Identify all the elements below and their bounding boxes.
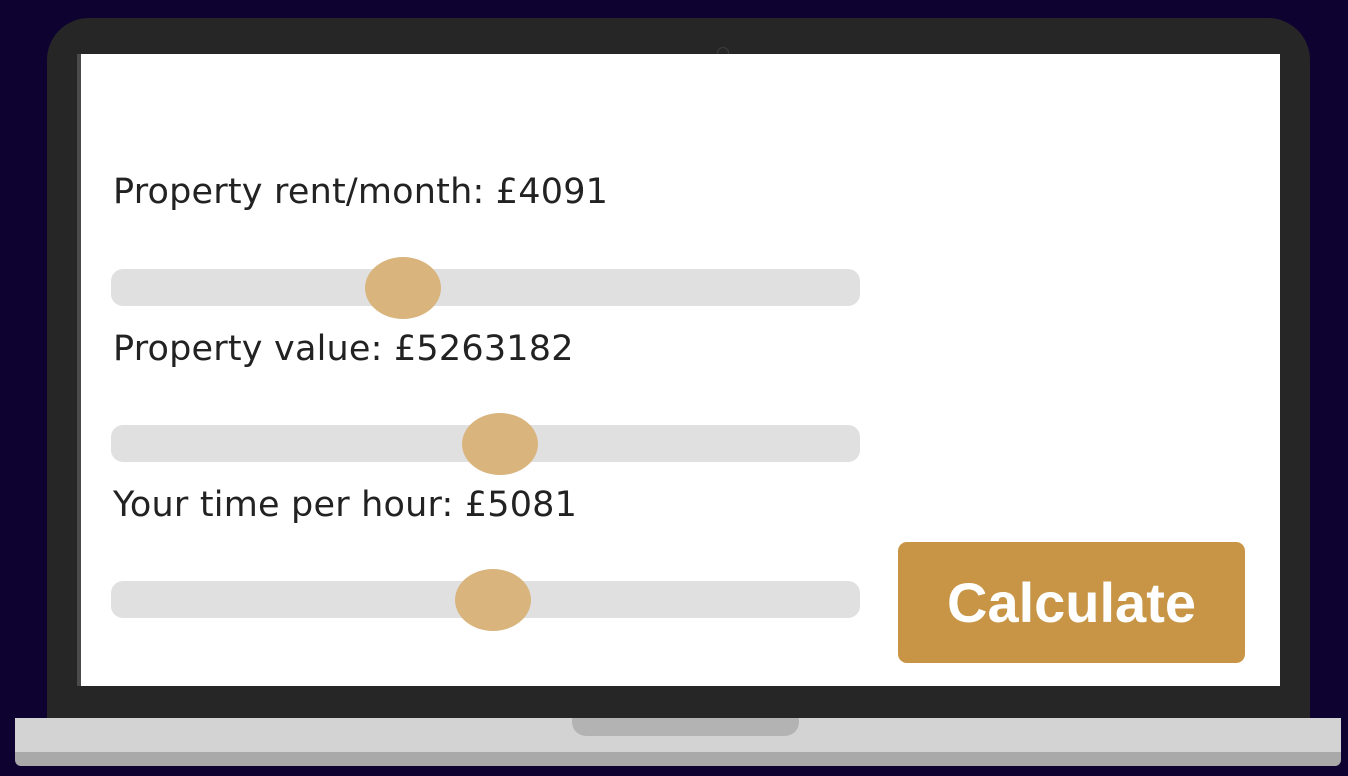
time-per-hour-label: Your time per hour: £5081 xyxy=(113,485,578,525)
property-value-label: Property value: £5263182 xyxy=(113,329,574,369)
calculate-button[interactable]: Calculate xyxy=(898,542,1245,663)
rent-slider[interactable] xyxy=(111,257,860,319)
property-value-slider-thumb[interactable] xyxy=(462,413,539,475)
time-per-hour-slider[interactable] xyxy=(111,569,860,631)
laptop-base xyxy=(15,718,1341,766)
property-value-slider[interactable] xyxy=(111,413,860,475)
rent-label: Property rent/month: £4091 xyxy=(113,172,609,212)
time-per-hour-slider-thumb[interactable] xyxy=(454,569,531,631)
rent-slider-thumb[interactable] xyxy=(365,257,442,319)
laptop-hinge-notch xyxy=(572,718,799,736)
